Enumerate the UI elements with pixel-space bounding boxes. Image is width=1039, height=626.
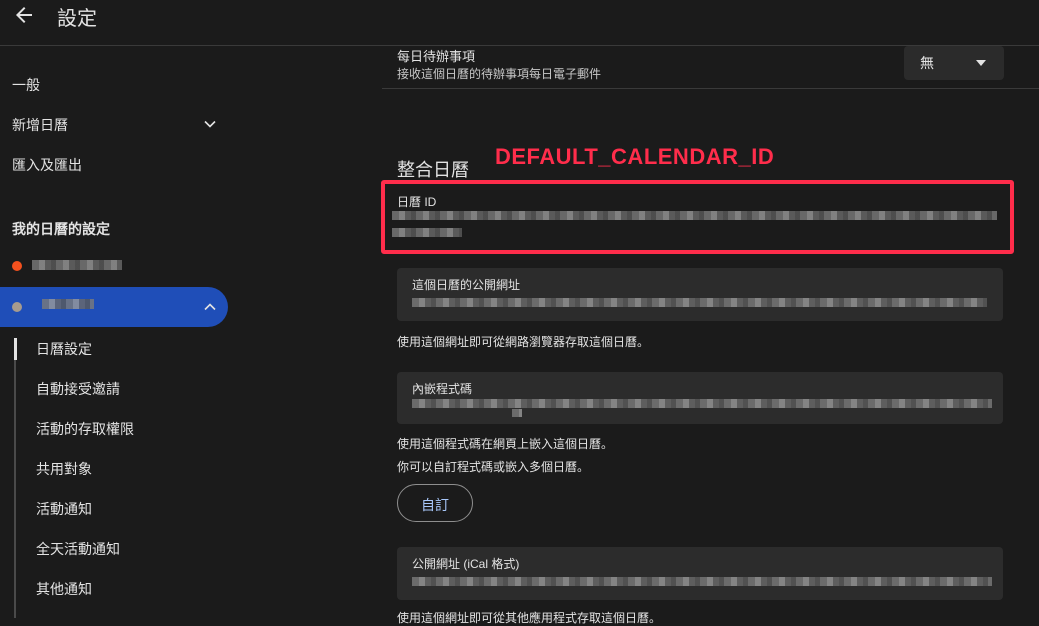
redacted-embed-code [412,399,992,408]
select-value: 無 [920,55,934,71]
sub-item-share-with[interactable]: 共用對象 [36,459,92,479]
redacted-public-url [412,298,987,307]
daily-agenda-select[interactable]: 無 [904,46,1004,80]
sidebar-item-add-calendar[interactable]: 新增日曆 [12,115,68,135]
sub-item-allday-notifications[interactable]: 全天活動通知 [36,539,120,559]
sub-item-access-permissions[interactable]: 活動的存取權限 [36,419,134,439]
daily-agenda-description: 接收這個日曆的待辦事項每日電子郵件 [397,67,602,81]
annotation-label: DEFAULT_CALENDAR_ID [495,144,775,169]
sidebar-calendar-1[interactable] [0,246,228,286]
redacted-calendar-id [392,228,462,237]
sidebar-item-general[interactable]: 一般 [12,75,40,95]
ical-url-label: 公開網址 (iCal 格式) [412,557,520,571]
customize-button-label: 自訂 [421,497,449,513]
redacted-ical-url [412,577,992,586]
sub-item-auto-accept[interactable]: 自動接受邀請 [36,379,120,399]
calendar-id-label: 日曆 ID [397,195,437,209]
redacted-calendar-id [392,211,997,220]
arrow-left-icon[interactable] [12,3,36,27]
sub-item-event-notifications[interactable]: 活動通知 [36,499,92,519]
customize-button[interactable]: 自訂 [397,484,473,522]
chevron-up-icon[interactable] [203,300,217,314]
public-url-label: 這個日曆的公開網址 [412,278,521,292]
ical-url-field[interactable]: 公開網址 (iCal 格式) [397,547,1003,600]
redacted-calendar-name [32,260,122,270]
ical-url-help: 使用這個網址即可從其他應用程式存取這個日曆。 [397,611,662,625]
redacted-embed-code [512,409,522,417]
chevron-down-icon[interactable] [203,117,217,131]
integrate-calendar-title: 整合日曆 [397,160,469,180]
embed-code-help-2: 你可以自訂程式碼或嵌入多個日曆。 [397,460,590,474]
sub-nav-track [14,338,16,618]
top-bar: 設定 [0,0,1039,46]
sidebar-calendar-2[interactable] [0,287,228,327]
embed-code-field[interactable]: 內嵌程式碼 [397,372,1003,424]
calendar-color-dot [12,302,22,312]
sidebar-item-import-export[interactable]: 匯入及匯出 [12,155,82,175]
public-url-help: 使用這個網址即可從網路瀏覽器存取這個日曆。 [397,335,650,349]
dropdown-caret-icon [976,60,986,66]
sub-nav-active-indicator [14,338,17,360]
embed-code-help-1: 使用這個程式碼在網頁上嵌入這個日曆。 [397,437,614,451]
calendar-color-dot [12,261,22,271]
divider [382,88,1039,89]
sidebar: 一般 新增日曆 匯入及匯出 我的日曆的設定 日曆設定 自動接受邀請 活動的存取權… [0,46,240,618]
my-calendars-heading: 我的日曆的設定 [12,221,110,237]
daily-agenda-label: 每日待辦事項 [397,49,476,64]
page-title: 設定 [57,8,97,30]
sub-item-calendar-settings[interactable]: 日曆設定 [36,339,92,359]
public-url-field[interactable]: 這個日曆的公開網址 [397,268,1003,321]
redacted-calendar-name [42,299,94,309]
embed-code-label: 內嵌程式碼 [412,382,473,396]
main-content: 每日待辦事項 接收這個日曆的待辦事項每日電子郵件 無 整合日曆 DEFAULT_… [240,46,1039,625]
sub-item-other-notifications[interactable]: 其他通知 [36,579,92,599]
